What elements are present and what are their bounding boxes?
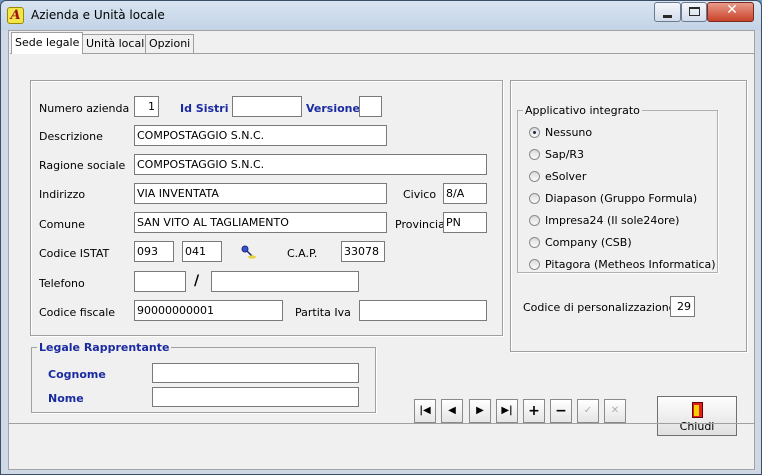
tab-sede-legale[interactable]: Sede legale (11, 32, 84, 54)
delete-record-button[interactable]: − (550, 399, 572, 423)
applicativo-groupbox: Applicativo integrato Nessuno Sap/R3 eSo… (517, 104, 718, 273)
tab-panel-sede-legale: Numero azienda 1 Id Sistri Versione Desc… (10, 53, 755, 423)
id-sistri-label: Id Sistri (180, 102, 229, 115)
codice-istat-prov-field[interactable]: 093 (134, 241, 174, 262)
close-icon: ✕ (726, 2, 738, 18)
exit-door-icon (692, 402, 703, 418)
codice-istat-com-field[interactable]: 041 (182, 241, 222, 262)
partita-iva-field[interactable] (359, 300, 487, 321)
provincia-field[interactable]: PN (443, 212, 487, 233)
radio-esolver[interactable] (529, 171, 540, 182)
id-sistri-field[interactable] (232, 96, 302, 117)
civico-field[interactable]: 8/A (443, 183, 487, 204)
minimize-button[interactable] (654, 2, 681, 22)
descrizione-field[interactable]: COMPOSTAGGIO S.N.C. (134, 125, 387, 146)
key-lookup-icon[interactable] (240, 245, 256, 259)
indirizzo-field[interactable]: VIA INVENTATA (134, 183, 387, 204)
tab-opzioni[interactable]: Opzioni (145, 34, 195, 53)
radio-pitagora-label[interactable]: Pitagora (Metheos Informatica) (545, 258, 716, 271)
radio-impresa24-label[interactable]: Impresa24 (Il sole24ore) (545, 214, 679, 227)
status-bar (9, 423, 754, 453)
close-button[interactable]: ✕ (707, 2, 754, 22)
radio-nessuno[interactable] (529, 127, 540, 138)
prev-record-button[interactable]: ◀ (441, 399, 463, 423)
provincia-label: Provincia (395, 218, 445, 231)
versione-label: Versione (306, 102, 360, 115)
comune-label: Comune (39, 218, 85, 231)
radio-nessuno-label[interactable]: Nessuno (545, 126, 592, 139)
ragione-sociale-label: Ragione sociale (39, 159, 126, 172)
codice-fiscale-field[interactable]: 90000000001 (134, 300, 283, 321)
radio-sap[interactable] (529, 149, 540, 160)
first-record-button[interactable]: |◀ (414, 399, 436, 423)
radio-sap-label[interactable]: Sap/R3 (545, 148, 584, 161)
add-record-button[interactable]: + (523, 399, 545, 423)
cap-field[interactable]: 33078 (341, 241, 385, 262)
radio-diapason-label[interactable]: Diapason (Gruppo Formula) (545, 192, 697, 205)
numero-azienda-label: Numero azienda (39, 102, 130, 115)
applicativo-title: Applicativo integrato (523, 104, 642, 117)
cap-label: C.A.P. (287, 247, 318, 260)
minimize-icon (663, 15, 672, 18)
tab-unita-locali[interactable]: Unità locali (82, 34, 152, 53)
next-record-button[interactable]: ▶ (469, 399, 491, 423)
versione-field[interactable] (359, 96, 382, 117)
nome-field[interactable] (152, 387, 359, 407)
codice-personalizzazione-label: Codice di personalizzazione: (523, 301, 680, 314)
nome-label: Nome (48, 392, 84, 405)
radio-pitagora[interactable] (529, 259, 540, 270)
last-record-button[interactable]: ▶| (496, 399, 518, 423)
cognome-label: Cognome (48, 368, 106, 381)
radio-impresa24[interactable] (529, 215, 540, 226)
cognome-field[interactable] (152, 363, 359, 383)
telefono-number-field[interactable] (211, 271, 359, 292)
title-bar[interactable]: A Azienda e Unità locale ✕ (1, 1, 761, 30)
codice-fiscale-label: Codice fiscale (39, 306, 116, 319)
main-window: A Azienda e Unità locale ✕ Sede legale U… (0, 0, 762, 475)
ragione-sociale-field[interactable]: COMPOSTAGGIO S.N.C. (134, 154, 487, 175)
comune-field[interactable]: SAN VITO AL TAGLIAMENTO (134, 212, 387, 233)
partita-iva-label: Partita Iva (295, 306, 351, 319)
telefono-separator: / (194, 273, 200, 289)
codice-istat-label: Codice ISTAT (39, 247, 110, 260)
telefono-prefix-field[interactable] (134, 271, 186, 292)
civico-label: Civico (403, 188, 437, 201)
radio-company[interactable] (529, 237, 540, 248)
maximize-icon (689, 7, 700, 16)
app-icon: A (7, 7, 24, 24)
legale-groupbox: Legale Rapprentante Cognome Nome (31, 341, 376, 413)
telefono-label: Telefono (39, 277, 85, 290)
maximize-button[interactable] (681, 2, 707, 22)
confirm-button[interactable]: ✓ (577, 399, 599, 423)
descrizione-label: Descrizione (39, 130, 103, 143)
radio-diapason[interactable] (529, 193, 540, 204)
codice-personalizzazione-field[interactable]: 29 (670, 296, 695, 317)
cancel-edit-button[interactable]: ✕ (604, 399, 626, 423)
legale-title: Legale Rapprentante (37, 341, 172, 354)
window-title: Azienda e Unità locale (31, 8, 165, 22)
numero-azienda-field[interactable]: 1 (134, 96, 159, 117)
indirizzo-label: Indirizzo (39, 188, 86, 201)
radio-company-label[interactable]: Company (CSB) (545, 236, 632, 249)
applicativo-panel: Applicativo integrato Nessuno Sap/R3 eSo… (510, 80, 747, 352)
client-area: Sede legale Unità locali Opzioni Numero … (8, 30, 755, 470)
company-data-panel: Numero azienda 1 Id Sistri Versione Desc… (30, 80, 503, 336)
radio-esolver-label[interactable]: eSolver (545, 170, 586, 183)
